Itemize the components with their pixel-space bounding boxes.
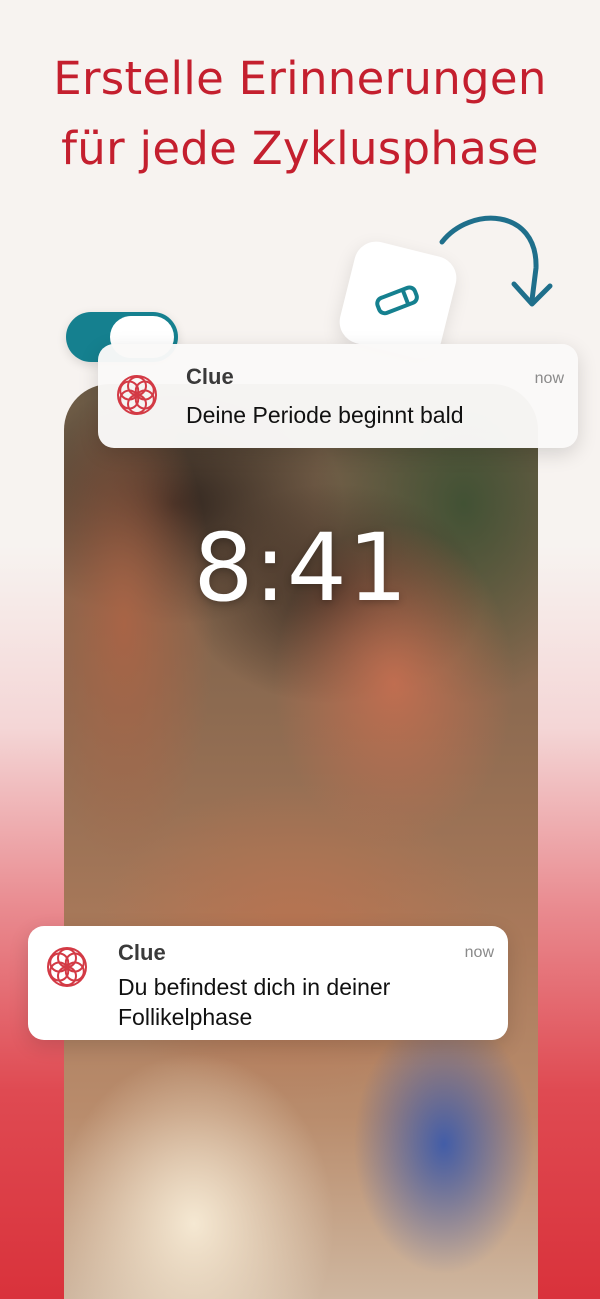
notification-time: now [534,370,564,387]
headline: Erstelle Erinnerungen für jede Zykluspha… [0,44,600,184]
notification-period-reminder[interactable]: Clue now Deine Periode beginnt bald [98,344,578,448]
notification-time: now [464,944,494,961]
clue-flower-logo-icon [47,947,87,987]
pencil-icon [375,285,419,316]
phone-lockscreen: 8:41 [64,384,538,1299]
clue-flower-logo-icon [117,375,157,415]
notification-message: Deine Periode beginnt bald [186,402,464,428]
notification-follicular-phase[interactable]: Clue now Du befindest dich in deiner Fol… [28,926,508,1040]
headline-line-2: für jede Zyklusphase [61,122,539,175]
notification-app-name: Clue [186,364,234,389]
headline-line-1: Erstelle Erinnerungen [53,52,547,105]
notification-message: Du befindest dich in deiner Follikelphas… [118,974,391,1030]
lockscreen-clock: 8:41 [193,514,409,623]
notification-app-name: Clue [118,940,166,965]
